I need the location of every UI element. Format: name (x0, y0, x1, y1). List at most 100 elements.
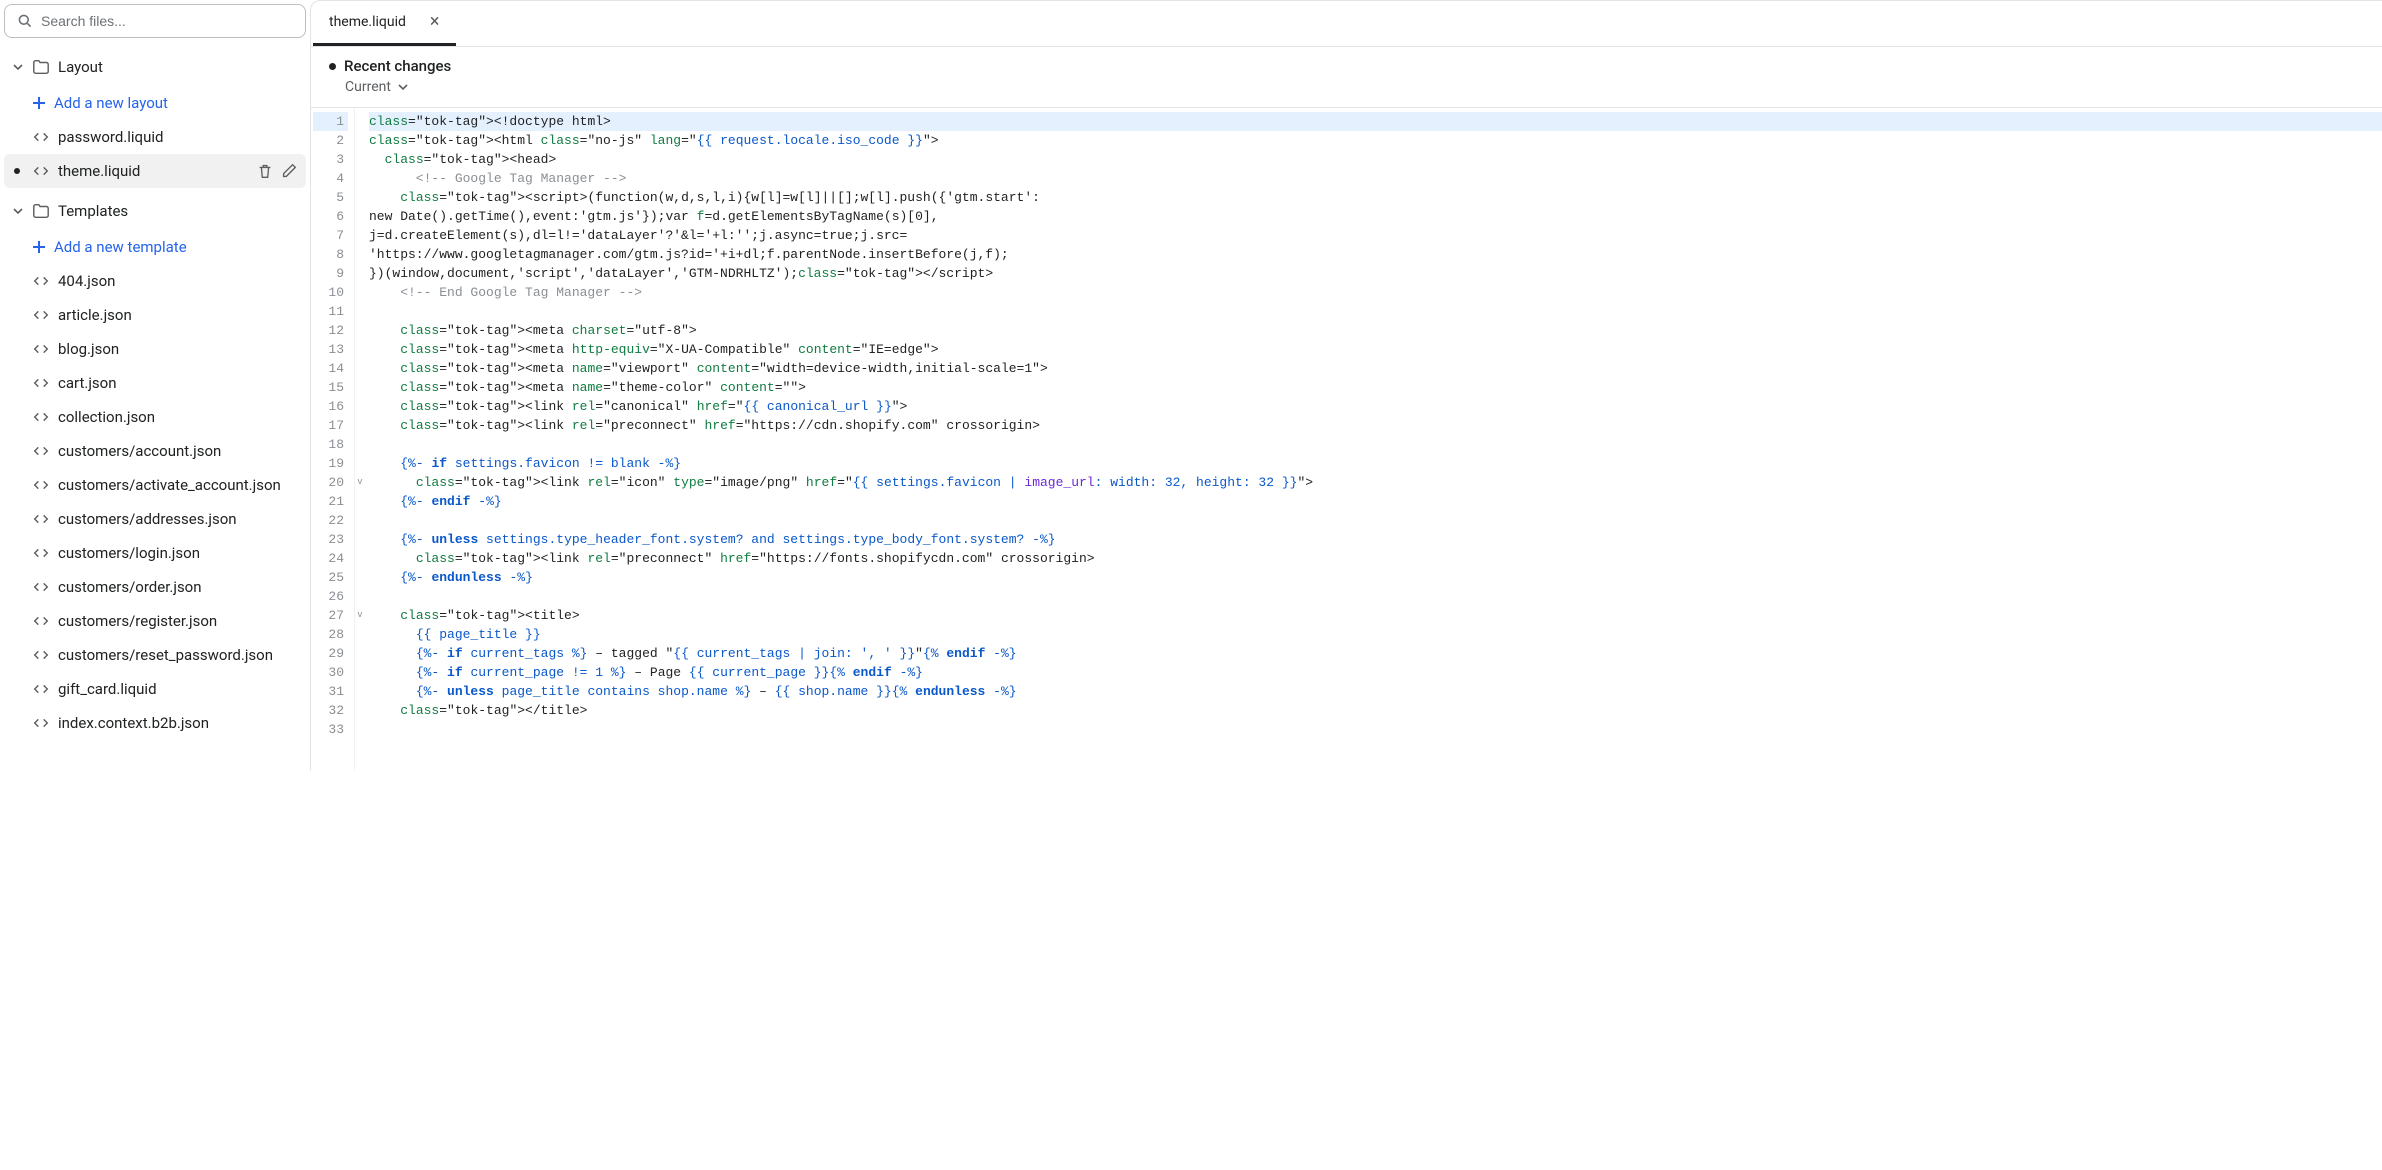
tree-section-header[interactable]: Layout (4, 50, 306, 84)
search-box[interactable] (4, 4, 306, 38)
code-line[interactable] (369, 302, 2382, 321)
plus-icon (32, 240, 46, 254)
tree-section-layout: Layout Add a new layout password.liquid … (4, 50, 306, 188)
file-label: blog.json (58, 340, 298, 358)
code-file-icon (32, 162, 50, 180)
delete-icon[interactable] (256, 162, 274, 180)
plus-icon (32, 96, 46, 110)
file-item[interactable]: blog.json (4, 332, 306, 366)
code-line[interactable] (369, 587, 2382, 606)
code-line[interactable]: class="tok-tag"><meta charset="utf-8"> (369, 321, 2382, 340)
folder-icon (32, 202, 50, 220)
tree-section-label: Templates (58, 202, 128, 220)
fold-column: vv (355, 108, 365, 770)
file-sidebar: Layout Add a new layout password.liquid … (0, 0, 310, 770)
file-label: customers/addresses.json (58, 510, 298, 528)
edit-icon[interactable] (280, 162, 298, 180)
code-line[interactable]: class="tok-tag"><link rel="icon" type="i… (369, 473, 2382, 492)
code-line[interactable]: new Date().getTime(),event:'gtm.js'});va… (369, 207, 2382, 226)
tree-section-label: Layout (58, 58, 103, 76)
file-label: collection.json (58, 408, 298, 426)
file-item[interactable]: theme.liquid (4, 154, 306, 188)
file-item[interactable]: customers/reset_password.json (4, 638, 306, 672)
code-line[interactable]: j=d.createElement(s),dl=l!='dataLayer'?'… (369, 226, 2382, 245)
code-file-icon (32, 306, 50, 324)
code-line[interactable]: {%- if current_page != 1 %} – Page {{ cu… (369, 663, 2382, 682)
code-line[interactable]: class="tok-tag"><script>(function(w,d,s,… (369, 188, 2382, 207)
code-file-icon (32, 680, 50, 698)
code-line[interactable]: {{ page_title }} (369, 625, 2382, 644)
code-editor[interactable]: 1234567891011121314151617181920212223242… (311, 108, 2382, 770)
code-line[interactable]: <!-- Google Tag Manager --> (369, 169, 2382, 188)
file-label: password.liquid (58, 128, 298, 146)
code-file-icon (32, 612, 50, 630)
file-label: customers/reset_password.json (58, 646, 298, 664)
file-item[interactable]: index.context.b2b.json (4, 706, 306, 740)
code-line[interactable]: 'https://www.googletagmanager.com/gtm.js… (369, 245, 2382, 264)
tree-section-header[interactable]: Templates (4, 194, 306, 228)
code-line[interactable]: {%- unless settings.type_header_font.sys… (369, 530, 2382, 549)
code-line[interactable]: class="tok-tag"><html class="no-js" lang… (369, 131, 2382, 150)
file-item[interactable]: customers/register.json (4, 604, 306, 638)
code-line[interactable] (369, 511, 2382, 530)
code-line[interactable]: class="tok-tag"><head> (369, 150, 2382, 169)
tab-bar: theme.liquid × (311, 1, 2382, 47)
file-item[interactable]: customers/account.json (4, 434, 306, 468)
search-input[interactable] (41, 13, 293, 29)
code-line[interactable]: class="tok-tag"><meta http-equiv="X-UA-C… (369, 340, 2382, 359)
folder-icon (32, 58, 50, 76)
file-item[interactable]: collection.json (4, 400, 306, 434)
add-template-button[interactable]: Add a new template (4, 230, 306, 264)
code-line[interactable]: class="tok-tag"><link rel="preconnect" h… (369, 416, 2382, 435)
code-line[interactable]: class="tok-tag"><title> (369, 606, 2382, 625)
file-item[interactable]: customers/activate_account.json (4, 468, 306, 502)
file-item[interactable]: 404.json (4, 264, 306, 298)
code-line[interactable]: })(window,document,'script','dataLayer',… (369, 264, 2382, 283)
code-line[interactable]: class="tok-tag"><meta name="viewport" co… (369, 359, 2382, 378)
code-line[interactable]: {%- unless page_title contains shop.name… (369, 682, 2382, 701)
code-line[interactable]: <!-- End Google Tag Manager --> (369, 283, 2382, 302)
code-line[interactable]: {%- if settings.favicon != blank -%} (369, 454, 2382, 473)
code-line[interactable]: class="tok-tag"><link rel="preconnect" h… (369, 549, 2382, 568)
code-file-icon (32, 544, 50, 562)
add-template-label: Add a new template (54, 238, 187, 256)
file-item[interactable]: customers/order.json (4, 570, 306, 604)
code-area[interactable]: class="tok-tag"><!doctype html>class="to… (365, 108, 2382, 770)
file-label: gift_card.liquid (58, 680, 298, 698)
revision-dropdown[interactable]: Current (345, 79, 2364, 95)
code-file-icon (32, 510, 50, 528)
code-file-icon (32, 340, 50, 358)
tab-close-icon[interactable]: × (430, 13, 440, 31)
tab[interactable]: theme.liquid × (313, 1, 456, 46)
code-line[interactable]: class="tok-tag"><meta name="theme-color"… (369, 378, 2382, 397)
code-line[interactable] (369, 720, 2382, 739)
file-label: article.json (58, 306, 298, 324)
code-line[interactable] (369, 435, 2382, 454)
code-file-icon (32, 272, 50, 290)
code-line[interactable]: class="tok-tag"><link rel="canonical" hr… (369, 397, 2382, 416)
file-label: cart.json (58, 374, 298, 392)
search-icon (17, 13, 33, 29)
add-layout-button[interactable]: Add a new layout (4, 86, 306, 120)
code-file-icon (32, 646, 50, 664)
file-label: 404.json (58, 272, 298, 290)
code-line[interactable]: {%- endif -%} (369, 492, 2382, 511)
add-layout-label: Add a new layout (54, 94, 168, 112)
dirty-indicator (329, 63, 336, 70)
file-label: customers/register.json (58, 612, 298, 630)
file-item[interactable]: customers/login.json (4, 536, 306, 570)
file-item[interactable]: cart.json (4, 366, 306, 400)
file-item[interactable]: article.json (4, 298, 306, 332)
subheader: Recent changes Current (311, 47, 2382, 108)
file-label: customers/order.json (58, 578, 298, 596)
file-item[interactable]: customers/addresses.json (4, 502, 306, 536)
code-line[interactable]: class="tok-tag"></title> (369, 701, 2382, 720)
code-file-icon (32, 442, 50, 460)
code-line[interactable]: class="tok-tag"><!doctype html> (369, 112, 2382, 131)
file-item[interactable]: gift_card.liquid (4, 672, 306, 706)
code-file-icon (32, 714, 50, 732)
code-line[interactable]: {%- if current_tags %} – tagged "{{ curr… (369, 644, 2382, 663)
file-item[interactable]: password.liquid (4, 120, 306, 154)
dirty-indicator (14, 168, 20, 174)
code-line[interactable]: {%- endunless -%} (369, 568, 2382, 587)
